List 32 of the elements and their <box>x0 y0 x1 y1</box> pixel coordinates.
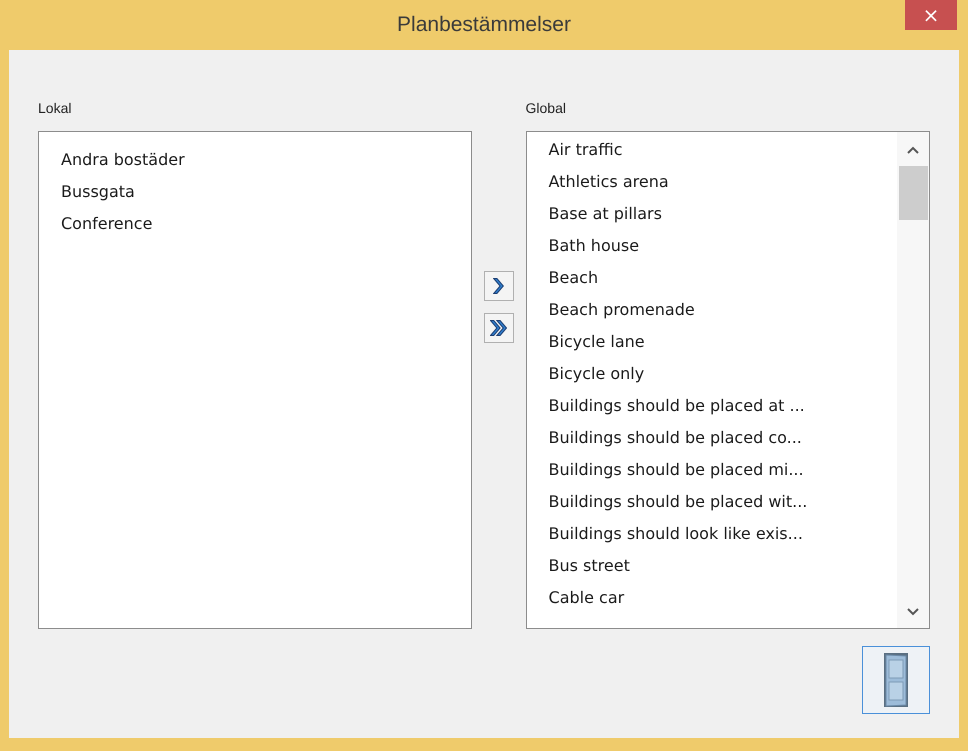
list-item[interactable]: Beach <box>548 262 598 294</box>
move-all-button[interactable] <box>484 313 514 343</box>
scroll-down-icon[interactable] <box>907 608 919 616</box>
door-icon <box>881 651 911 709</box>
list-label: Global <box>526 99 567 118</box>
list-item[interactable]: Buildings should be placed at ... <box>548 390 805 422</box>
list-item[interactable]: Buildings should be placed wit... <box>548 486 808 518</box>
chevron-icon <box>493 278 504 294</box>
list-item[interactable]: Bicycle lane <box>548 326 645 358</box>
list-item[interactable]: Andra bostäder <box>61 144 185 176</box>
list-item[interactable]: Buildings should be placed co... <box>548 422 802 454</box>
scrollbar-thumb[interactable] <box>898 166 928 220</box>
double-chevron-icon <box>490 320 508 336</box>
list-item[interactable]: Bath house <box>548 230 640 262</box>
list-item[interactable]: Base at pillars <box>548 198 662 230</box>
list-item[interactable]: Conference <box>61 208 152 240</box>
move-one-button[interactable] <box>484 271 514 301</box>
window-title: Planbestämmelser <box>397 12 571 38</box>
list-item[interactable]: Beach promenade <box>548 294 695 326</box>
list-item[interactable]: Air traffic <box>548 134 622 166</box>
scroll-up-icon[interactable] <box>907 146 919 154</box>
list-item[interactable]: Cable car <box>548 582 624 614</box>
list-item[interactable]: Bus street <box>548 550 630 582</box>
list-item[interactable]: Athletics arena <box>548 166 669 198</box>
list-item[interactable]: Bicycle only <box>548 358 644 390</box>
exit-button[interactable] <box>862 646 930 714</box>
list-item[interactable]: Bussgata <box>61 176 135 208</box>
list-item[interactable]: Buildings should be placed mi... <box>548 454 804 486</box>
scrollbar[interactable] <box>897 132 929 628</box>
list-label: Lokal <box>38 99 72 118</box>
list-item[interactable]: Buildings should look like exis... <box>548 518 803 550</box>
close-button[interactable]: × <box>905 0 957 30</box>
